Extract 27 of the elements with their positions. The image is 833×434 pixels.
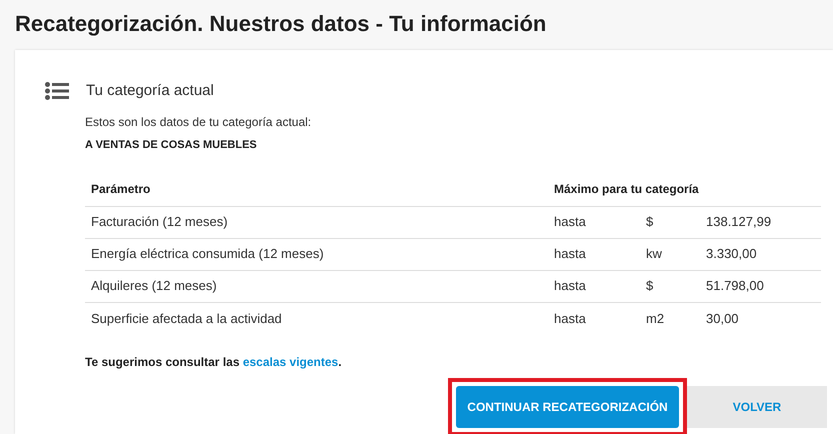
section-title: Tu categoría actual [86, 81, 214, 101]
list-icon [45, 82, 69, 100]
table-cell: 138.127,99 [706, 214, 772, 230]
table-cell: Superficie afectada a la actividad [91, 310, 282, 326]
table-cell: $ [646, 278, 654, 294]
intro-text: Estos son los datos de tu categoría actual: [85, 114, 312, 130]
back-button[interactable]: VOLVER [687, 386, 827, 428]
suggestion-text: Te sugerimos consultar las escalas vigentes. [85, 354, 343, 371]
continue-button[interactable]: CONTINUAR RECATEGORIZACIÓN [456, 386, 679, 428]
table-cell: $ [646, 214, 654, 230]
column-header: Parámetro [91, 182, 150, 196]
table-cell: 51.798,00 [706, 278, 764, 294]
table-cell: hasta [554, 278, 586, 294]
table-cell: hasta [554, 214, 586, 230]
table-cell: hasta [554, 310, 586, 326]
category-name: A VENTAS DE COSAS MUEBLES [85, 138, 258, 152]
table-cell: 30,00 [706, 310, 739, 326]
table-cell: Alquileres (12 meses) [91, 278, 217, 294]
table-cell: 3.330,00 [706, 246, 757, 262]
table-cell: hasta [554, 246, 586, 262]
table-cell: Energía eléctrica consumida (12 meses) [91, 246, 324, 262]
scales-link[interactable]: escalas vigentes [242, 355, 338, 369]
table-cell: m2 [646, 310, 664, 326]
table-cell: kw [646, 246, 662, 262]
table-cell: Facturación (12 meses) [91, 214, 228, 230]
column-header: Máximo para tu categoría [554, 182, 699, 196]
page-title: Recategorización. Nuestros datos - Tu información [15, 10, 546, 38]
